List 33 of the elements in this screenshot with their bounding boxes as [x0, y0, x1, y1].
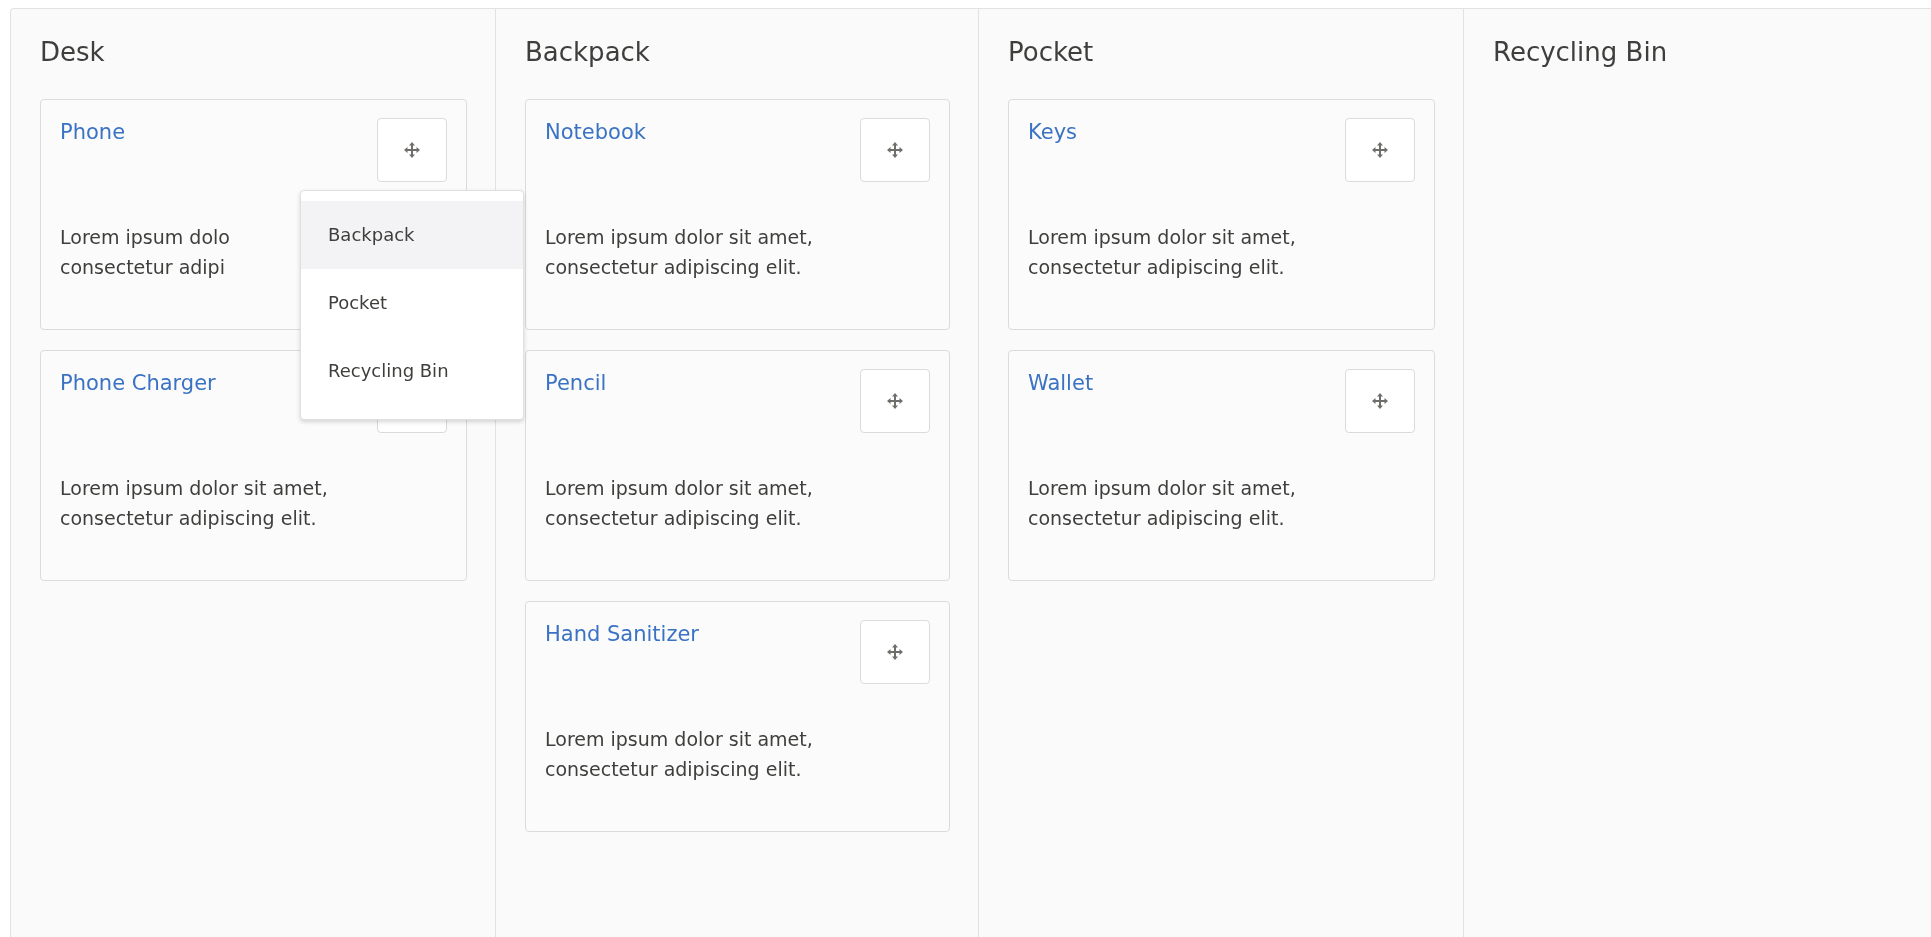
item-description: Lorem ipsum dolor sit amet, consectetur adipiscing elit.	[1028, 476, 1296, 531]
column-title: Pocket	[1008, 37, 1094, 67]
item-title-link[interactable]: Hand Sanitizer	[545, 620, 699, 648]
move-icon	[402, 140, 422, 160]
item-title-link[interactable]: Wallet	[1028, 369, 1094, 397]
move-button[interactable]	[860, 118, 930, 182]
move-button[interactable]	[377, 118, 447, 182]
item-description: Lorem ipsum dolor sit amet, consectetur adipiscing elit.	[545, 476, 813, 531]
menu-item[interactable]: Backpack	[301, 201, 523, 269]
item-title-link[interactable]: Pencil	[545, 369, 607, 397]
column-title: Backpack	[525, 37, 650, 67]
item-title-link[interactable]: Notebook	[545, 118, 646, 146]
move-button[interactable]	[860, 620, 930, 684]
move-icon	[1370, 140, 1390, 160]
move-icon	[885, 391, 905, 411]
item-title-link[interactable]: Phone Charger	[60, 369, 216, 397]
move-icon	[1370, 391, 1390, 411]
move-button[interactable]	[1345, 118, 1415, 182]
move-button[interactable]	[1345, 369, 1415, 433]
item-description: Lorem ipsum dolor sit amet, consectetur adipiscing elit.	[1028, 225, 1296, 280]
item-description: Lorem ipsum dolo consectetur adipi	[60, 225, 230, 280]
move-button[interactable]	[860, 369, 930, 433]
item-description: Lorem ipsum dolor sit amet, consectetur adipiscing elit.	[545, 727, 813, 782]
menu-item[interactable]: Recycling Bin	[301, 337, 523, 405]
move-icon	[885, 140, 905, 160]
item-description: Lorem ipsum dolor sit amet, consectetur adipiscing elit.	[545, 225, 813, 280]
item-title-link[interactable]: Keys	[1028, 118, 1077, 146]
move-icon	[885, 642, 905, 662]
column-title: Recycling Bin	[1493, 37, 1668, 67]
column-title: Desk	[40, 37, 105, 67]
item-title-link[interactable]: Phone	[60, 118, 126, 146]
menu-item[interactable]: Pocket	[301, 269, 523, 337]
item-description: Lorem ipsum dolor sit amet, consectetur adipiscing elit.	[60, 476, 328, 531]
